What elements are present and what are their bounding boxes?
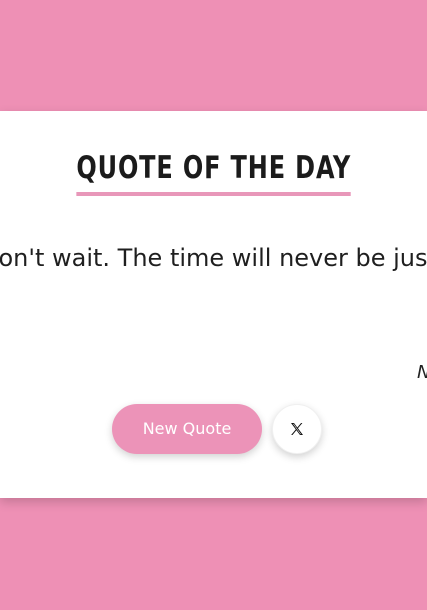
title-wrap: QUOTE OF THE DAY [0,153,427,196]
page-title: QUOTE OF THE DAY [76,153,351,196]
quote-text: Don't wait. The time will never be just … [0,241,427,275]
share-on-x-button[interactable] [272,404,322,454]
x-icon [291,423,303,435]
new-quote-button[interactable]: New Quote [112,404,262,454]
quote-author: Napoleon Hill [417,361,427,385]
quote-content: Don't wait. The time will never be just … [0,244,427,272]
quote-card: QUOTE OF THE DAY Don't wait. The time wi… [0,111,427,498]
